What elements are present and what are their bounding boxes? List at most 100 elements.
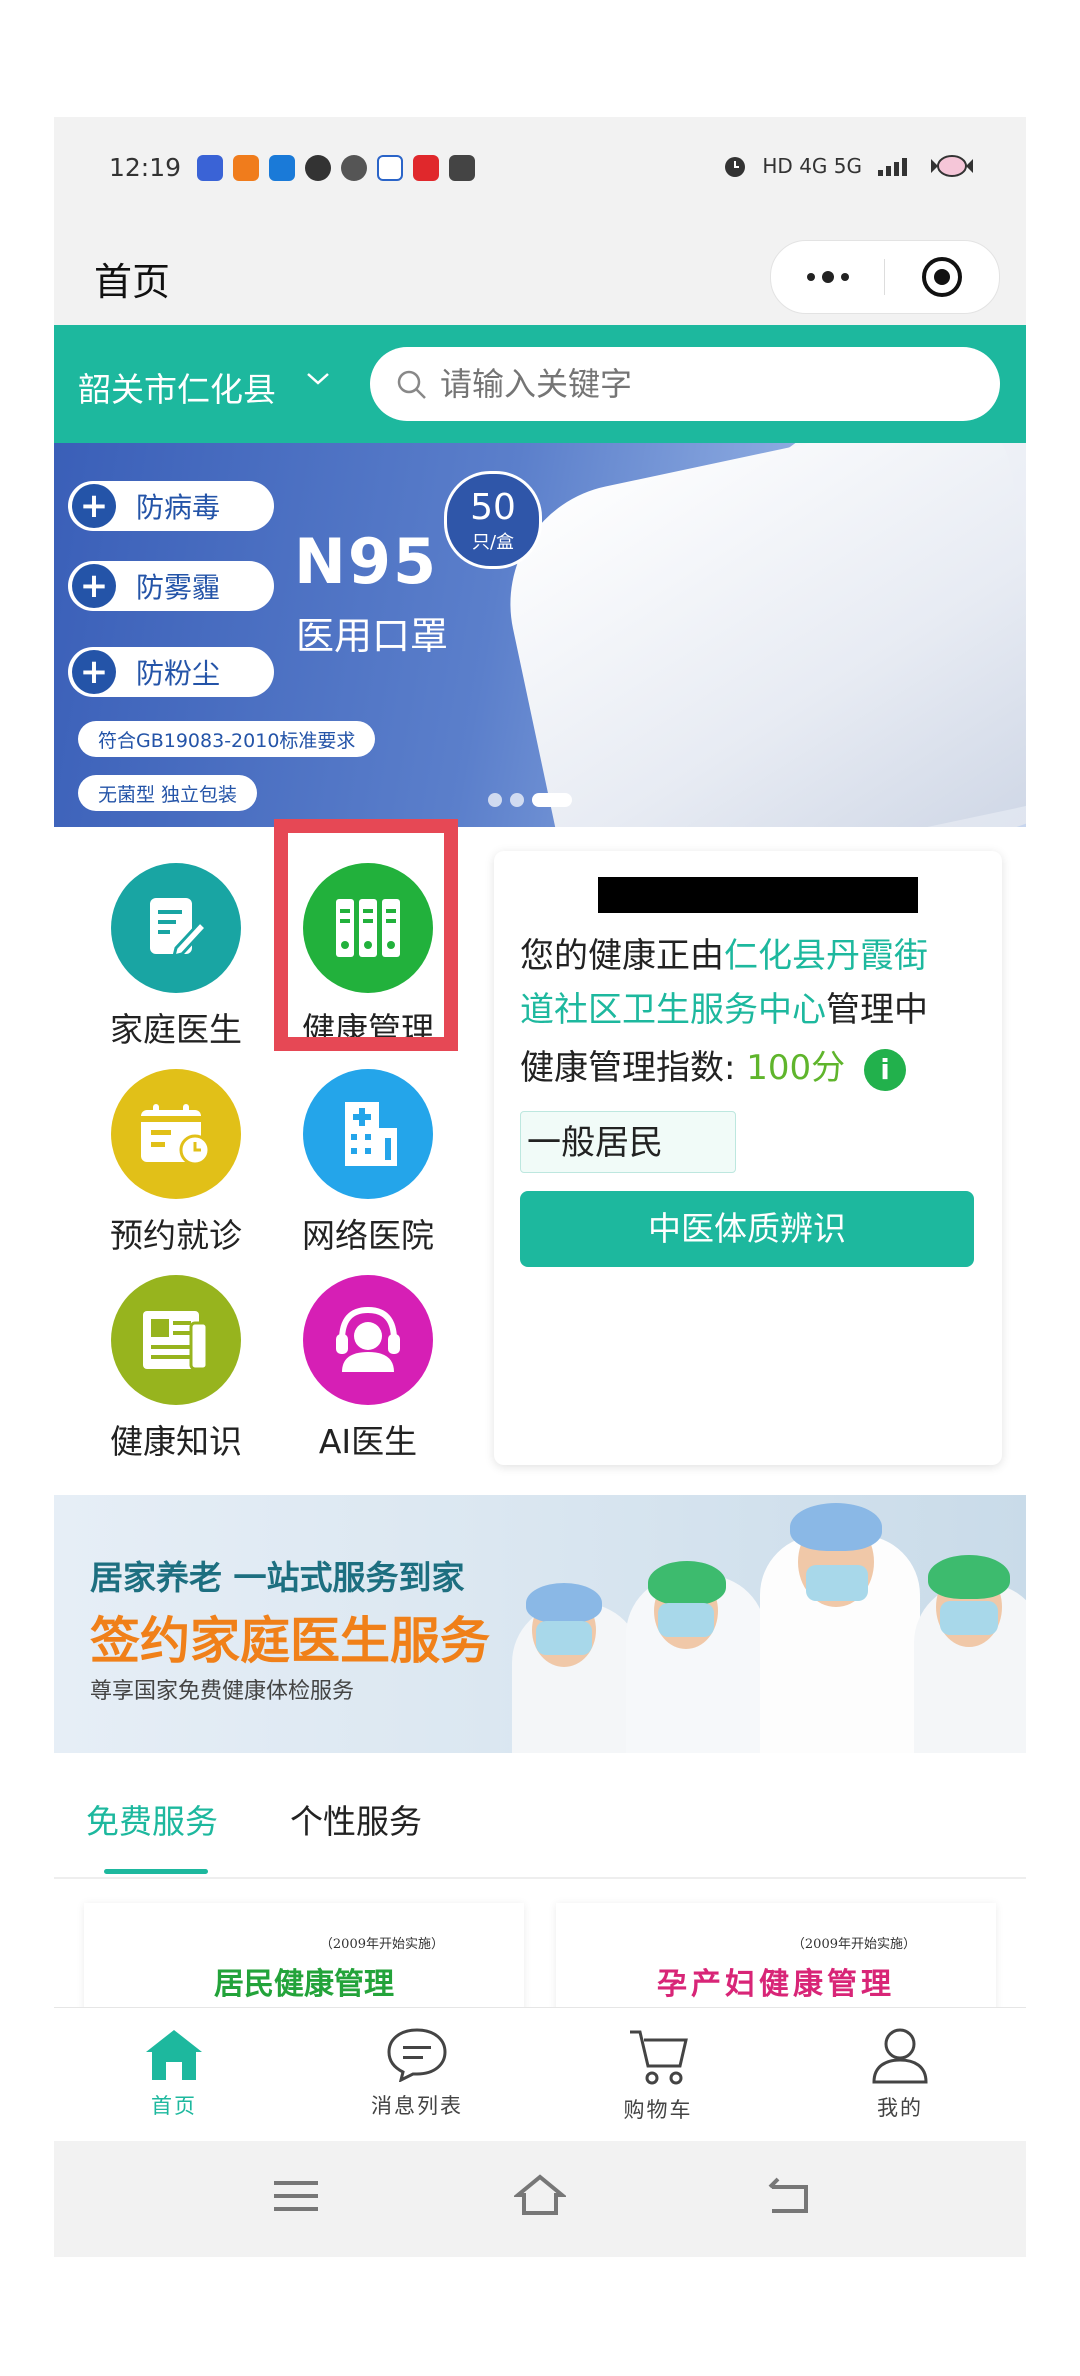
home-nav-icon[interactable] [514, 2173, 566, 2217]
grid-family-doctor[interactable]: 家庭医生 [91, 863, 261, 1051]
feature-label: 防雾霾 [136, 571, 221, 604]
close-miniprogram-button[interactable] [885, 241, 998, 313]
service-center-link[interactable]: 仁化县丹霞街 [724, 936, 928, 976]
highlight-box [274, 819, 458, 1051]
system-nav-bar [54, 2141, 1026, 2257]
health-index-value: 100分 [746, 1048, 846, 1088]
grid-label: 家庭医生 [110, 1010, 242, 1049]
grid-label: 网络医院 [302, 1216, 434, 1255]
info-icon[interactable]: i [864, 1048, 906, 1091]
promo-subtitle: 尊享国家免费健康体检服务 [90, 1679, 355, 1704]
carousel-dot [510, 793, 524, 807]
app-notification-icon [449, 155, 475, 181]
newspaper-icon [111, 1275, 241, 1405]
feature-pill: + 防粉尘 [68, 647, 274, 697]
quantity-badge: 50 只/盒 [444, 471, 542, 569]
app-notification-icon [377, 155, 403, 181]
status-time: 12:19 [109, 153, 182, 182]
promo-headline: 居家养老 一站式服务到家 [90, 1558, 465, 1597]
grid-ai-doctor[interactable]: AI医生 [283, 1275, 453, 1463]
quantity-number: 50 [470, 487, 516, 528]
app-notification-icon [233, 155, 259, 181]
search-input[interactable] [370, 347, 1000, 421]
surgical-cap [928, 1555, 1010, 1599]
grid-online-hospital[interactable]: 网络医院 [283, 1069, 453, 1257]
plus-icon: + [72, 650, 116, 694]
surgical-cap [648, 1561, 726, 1605]
feature-pill: + 防雾霾 [68, 561, 274, 611]
health-status-card: 您的健康正由仁化县丹霞街 道社区卫生服务中心管理中 健康管理指数: 100分 i… [494, 851, 1002, 1465]
grid-label: 健康知识 [110, 1422, 242, 1461]
service-year-note: （2009年开始实施） [791, 1937, 916, 1952]
calendar-clock-icon [111, 1069, 241, 1199]
nav-messages[interactable]: 消息列表 [337, 2026, 497, 2120]
app-notification-icon [305, 155, 331, 181]
nav-label: 购物车 [623, 2098, 693, 2122]
tab-divider [54, 1877, 1026, 1879]
hospital-icon [303, 1069, 433, 1199]
carousel-indicator [488, 793, 572, 807]
back-icon[interactable] [766, 2177, 812, 2215]
search-header: 韶关市仁化县 [54, 325, 1026, 443]
app-notification-icon [197, 155, 223, 181]
management-center-text: 您的健康正由仁化县丹霞街 [520, 936, 928, 976]
tab-personalized-services[interactable]: 个性服务 [290, 1795, 422, 1843]
tab-free-services[interactable]: 免费服务 [86, 1795, 218, 1843]
nav-profile[interactable]: 我的 [820, 2026, 980, 2122]
carousel-dot [488, 793, 502, 807]
standard-label: 符合GB19083-2010标准要求 [78, 721, 376, 757]
product-name: N95 [294, 525, 439, 598]
app-notification-icon [413, 155, 439, 181]
more-menu-button[interactable] [771, 241, 884, 313]
app-notification-icon [269, 155, 295, 181]
face-mask [536, 1621, 592, 1655]
grid-appointment[interactable]: 预约就诊 [91, 1069, 261, 1257]
bottom-nav: 首页 消息列表 购物车 我的 [54, 2007, 1026, 2142]
health-index-row: 健康管理指数: 100分 i [520, 1041, 906, 1095]
management-center-text-2: 道社区卫生服务中心管理中 [520, 990, 928, 1030]
phone-screen: 12:19 HD 4G 5G 首页 韶关市仁化县 请输入关键字 + 防病毒 + … [54, 117, 1026, 2257]
app-notification-icon [341, 155, 367, 181]
user-icon [872, 2028, 928, 2084]
city-selector[interactable]: 韶关市仁化县 [78, 363, 276, 411]
nav-home[interactable]: 首页 [94, 2026, 254, 2120]
nav-label: 首页 [151, 2094, 197, 2118]
service-card-resident-health[interactable]: （2009年开始实施） 居民健康管理 [84, 1903, 524, 2023]
notification-icons [197, 155, 475, 181]
chat-bubble-icon [387, 2028, 447, 2083]
miniprogram-capsule [770, 240, 1000, 314]
banner-carousel[interactable]: + 防病毒 + 防雾霾 + 防粉尘 符合GB19083-2010标准要求 无菌型… [54, 443, 1026, 827]
chevron-down-icon[interactable] [306, 369, 330, 389]
network-indicator: HD 4G 5G [762, 154, 862, 178]
face-mask [658, 1603, 714, 1637]
grid-health-knowledge[interactable]: 健康知识 [91, 1275, 261, 1463]
service-title: 居民健康管理 [214, 1967, 394, 2002]
health-index-label: 健康管理指数: [520, 1048, 736, 1088]
product-subtitle: 医用口罩 [296, 614, 449, 658]
menu-icon[interactable] [274, 2179, 318, 2213]
nav-cart[interactable]: 购物车 [578, 2026, 738, 2124]
status-indicators: HD 4G 5G [722, 153, 974, 179]
face-mask [940, 1601, 998, 1635]
family-doctor-promo-banner[interactable]: 居家养老 一站式服务到家 签约家庭医生服务 尊享国家免费健康体检服务 [54, 1495, 1026, 1753]
tcm-constitution-button[interactable]: 中医体质辨识 [520, 1191, 974, 1267]
feature-pill: + 防病毒 [68, 481, 274, 531]
document-edit-icon [111, 863, 241, 993]
service-card-maternal-health[interactable]: （2009年开始实施） 孕产妇健康管理 [556, 1903, 996, 2023]
service-title: 孕产妇健康管理 [657, 1967, 895, 2002]
battery-candy-icon [931, 155, 973, 177]
feature-label: 防粉尘 [136, 657, 221, 690]
home-icon [146, 2030, 202, 2080]
headset-doctor-icon [303, 1275, 433, 1405]
active-tab-underline [104, 1869, 208, 1874]
surgical-cap [526, 1583, 602, 1623]
service-center-link[interactable]: 道社区卫生服务中心 [520, 990, 826, 1030]
packaging-label: 无菌型 独立包装 [78, 775, 258, 811]
signal-icon [878, 158, 907, 176]
more-dots-icon [806, 271, 849, 283]
quantity-unit: 只/盒 [471, 532, 515, 553]
title-bar: 首页 [54, 219, 1026, 325]
service-year-note: （2009年开始实施） [319, 1937, 444, 1952]
target-close-icon [921, 257, 962, 297]
carousel-dot-active [532, 793, 572, 807]
